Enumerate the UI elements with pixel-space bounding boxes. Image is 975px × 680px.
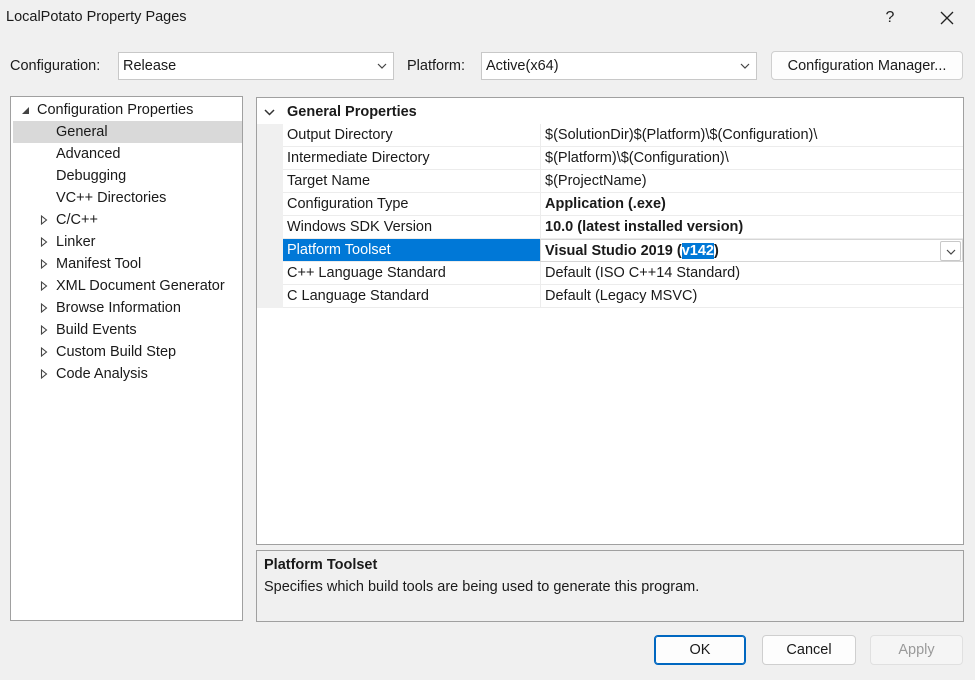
- description-title: Platform Toolset: [264, 557, 378, 573]
- cancel-button[interactable]: Cancel: [762, 635, 856, 665]
- property-name[interactable]: Intermediate Directory: [283, 147, 540, 170]
- property-value[interactable]: Visual Studio 2019 (v142): [540, 239, 963, 262]
- row-gutter: [257, 216, 283, 239]
- row-gutter: [257, 262, 283, 285]
- configuration-manager-button[interactable]: Configuration Manager...: [771, 51, 963, 80]
- tree-item-c-c[interactable]: C/C++: [13, 209, 242, 231]
- tree-item-label: Linker: [56, 234, 96, 250]
- chevron-down-icon: [740, 63, 750, 69]
- value-selected-text[interactable]: v142: [681, 243, 714, 259]
- expanded-arrow-icon[interactable]: [19, 99, 31, 121]
- configuration-dropdown[interactable]: Release: [118, 52, 394, 80]
- tree-item-label: Manifest Tool: [56, 256, 142, 272]
- expand-arrow-icon[interactable]: [38, 319, 50, 341]
- tree-item-xml-document-generator[interactable]: XML Document Generator: [13, 275, 242, 297]
- expand-arrow-icon[interactable]: [38, 253, 50, 275]
- row-gutter: [257, 170, 283, 193]
- property-grid: General Properties Output Directory $(Sol…: [256, 97, 964, 545]
- property-row[interactable]: Output Directory $(SolutionDir)$(Platform…: [257, 124, 963, 147]
- configuration-value: Release: [123, 58, 177, 74]
- tree-item-linker[interactable]: Linker: [13, 231, 242, 253]
- tree-item-custom-build-step[interactable]: Custom Build Step: [13, 341, 242, 363]
- tree-item-label: C/C++: [56, 212, 98, 228]
- property-row[interactable]: Platform Toolset Visual Studio 2019 (v142…: [257, 239, 963, 262]
- property-name[interactable]: Output Directory: [283, 124, 540, 147]
- chevron-down-icon: [377, 63, 387, 69]
- tree-item-general[interactable]: General: [13, 121, 242, 143]
- property-name[interactable]: Target Name: [283, 170, 540, 193]
- value-prefix: Visual Studio 2019 (: [545, 243, 682, 259]
- value-suffix: ): [714, 243, 719, 259]
- tree-item-label: Build Events: [56, 322, 137, 338]
- property-name[interactable]: C++ Language Standard: [283, 262, 540, 285]
- expand-arrow-icon[interactable]: [38, 297, 50, 319]
- property-row[interactable]: C Language Standard Default (Legacy MSVC): [257, 285, 963, 308]
- row-gutter: [257, 285, 283, 308]
- close-button[interactable]: [924, 0, 970, 36]
- property-value[interactable]: $(ProjectName): [540, 170, 963, 193]
- platform-dropdown[interactable]: Active(x64): [481, 52, 757, 80]
- property-row[interactable]: Configuration Type Application (.exe): [257, 193, 963, 216]
- property-value[interactable]: Default (ISO C++14 Standard): [540, 262, 963, 285]
- tree-item-browse-information[interactable]: Browse Information: [13, 297, 242, 319]
- row-gutter: [257, 239, 283, 262]
- title-bar: LocalPotato Property Pages ?: [0, 0, 975, 36]
- description-text: Specifies which build tools are being us…: [264, 579, 700, 595]
- tree-root-label: Configuration Properties: [37, 102, 194, 118]
- apply-button[interactable]: Apply: [870, 635, 963, 665]
- chevron-down-icon: [946, 249, 956, 255]
- expand-arrow-icon[interactable]: [38, 275, 50, 297]
- property-value[interactable]: Default (Legacy MSVC): [540, 285, 963, 308]
- description-panel: Platform Toolset Specifies which build t…: [256, 550, 964, 622]
- close-icon: [940, 11, 954, 25]
- tree-item-label: VC++ Directories: [56, 190, 167, 206]
- tree-item-advanced[interactable]: Advanced: [13, 143, 242, 165]
- property-row[interactable]: Intermediate Directory $(Platform)\$(Conf…: [257, 147, 963, 170]
- tree-root-configuration-properties[interactable]: Configuration Properties: [13, 99, 242, 121]
- tree-item-label: Browse Information: [56, 300, 181, 316]
- value-dropdown-button[interactable]: [940, 241, 961, 261]
- ok-button[interactable]: OK: [654, 635, 746, 665]
- tree-item-label: XML Document Generator: [56, 278, 225, 294]
- property-name[interactable]: C Language Standard: [283, 285, 540, 308]
- row-gutter: [257, 147, 283, 170]
- section-title: General Properties: [287, 104, 417, 120]
- property-name[interactable]: Platform Toolset: [283, 239, 540, 262]
- tree-item-build-events[interactable]: Build Events: [13, 319, 242, 341]
- property-value[interactable]: Application (.exe): [540, 193, 963, 216]
- tree-item-vc-directories[interactable]: VC++ Directories: [13, 187, 242, 209]
- tree-item-code-analysis[interactable]: Code Analysis: [13, 363, 242, 385]
- tree-item-label: Advanced: [56, 146, 121, 162]
- property-row[interactable]: Windows SDK Version 10.0 (latest installe…: [257, 216, 963, 239]
- tree-item-label: Debugging: [56, 168, 127, 184]
- property-name[interactable]: Windows SDK Version: [283, 216, 540, 239]
- property-row[interactable]: Target Name $(ProjectName): [257, 170, 963, 193]
- tree-item-label: General: [56, 124, 108, 140]
- section-header-general-properties[interactable]: General Properties: [257, 101, 963, 123]
- property-row[interactable]: C++ Language Standard Default (ISO C++14 …: [257, 262, 963, 285]
- configuration-label: Configuration:: [10, 58, 101, 74]
- tree-item-debugging[interactable]: Debugging: [13, 165, 242, 187]
- property-tree: Configuration Properties General Advanced…: [10, 96, 243, 621]
- tree-item-label: Code Analysis: [56, 366, 148, 382]
- expand-arrow-icon[interactable]: [38, 231, 50, 253]
- platform-label: Platform:: [407, 58, 466, 74]
- property-value[interactable]: $(SolutionDir)$(Platform)\$(Configuratio…: [540, 124, 963, 147]
- chevron-down-icon[interactable]: [264, 107, 275, 118]
- property-name[interactable]: Configuration Type: [283, 193, 540, 216]
- property-value[interactable]: $(Platform)\$(Configuration)\: [540, 147, 963, 170]
- row-gutter: [257, 124, 283, 147]
- platform-value: Active(x64): [486, 58, 559, 74]
- tree-item-manifest-tool[interactable]: Manifest Tool: [13, 253, 242, 275]
- expand-arrow-icon[interactable]: [38, 363, 50, 385]
- window-title: LocalPotato Property Pages: [6, 9, 187, 25]
- tree-item-label: Custom Build Step: [56, 344, 177, 360]
- row-gutter: [257, 193, 283, 216]
- expand-arrow-icon[interactable]: [38, 209, 50, 231]
- help-button[interactable]: ?: [867, 0, 913, 36]
- property-value[interactable]: 10.0 (latest installed version): [540, 216, 963, 239]
- expand-arrow-icon[interactable]: [38, 341, 50, 363]
